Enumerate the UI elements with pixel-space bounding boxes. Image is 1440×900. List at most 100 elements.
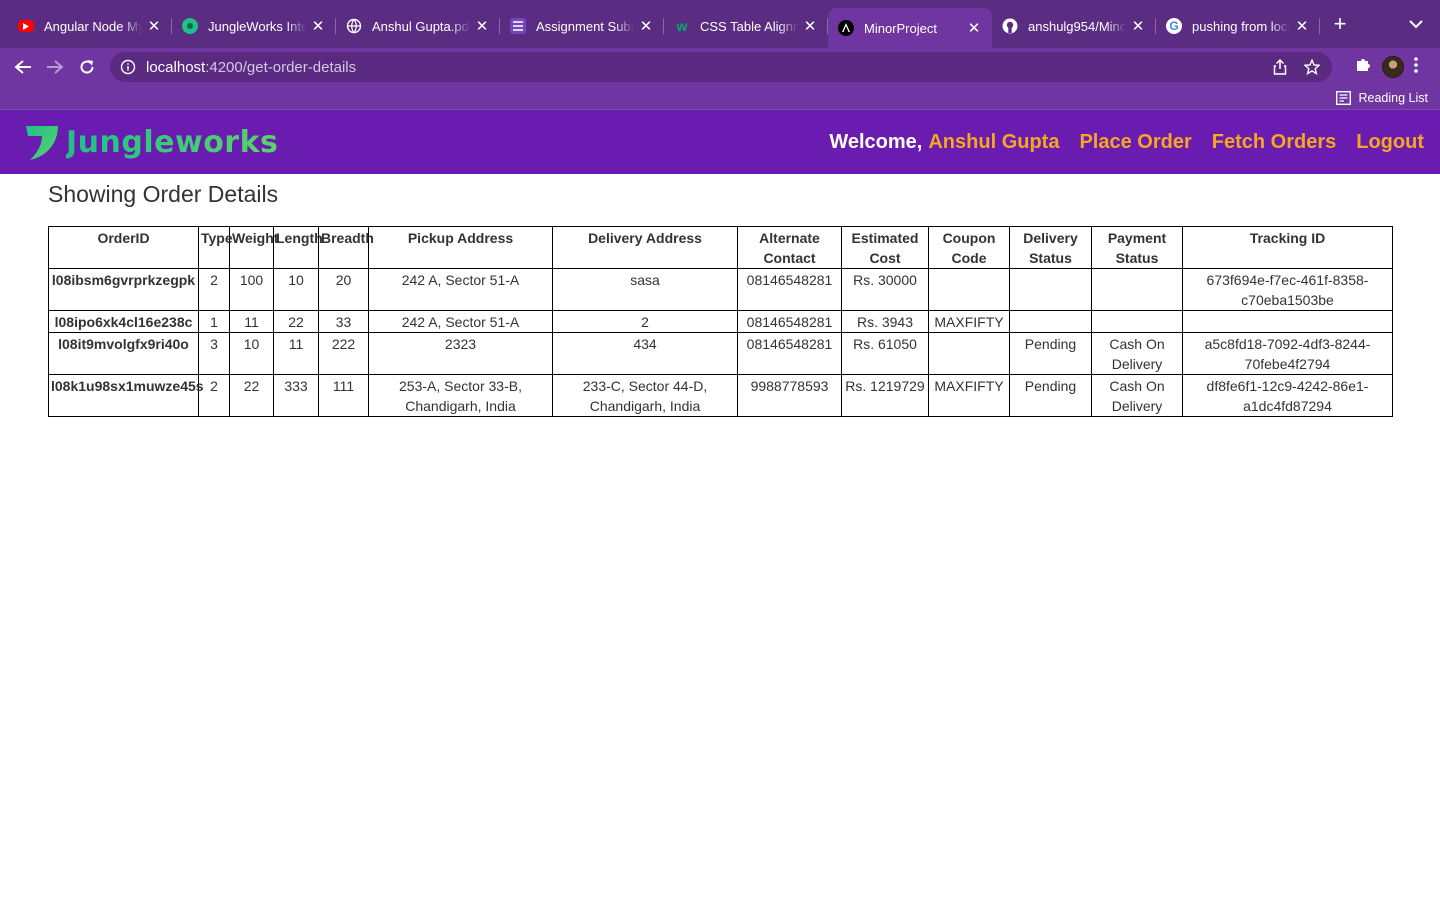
logout-link[interactable]: Logout bbox=[1356, 131, 1424, 154]
jungleworks-leaf-icon bbox=[26, 126, 58, 160]
logo-text: Jungleworks bbox=[66, 124, 279, 160]
tab-close-icon[interactable]: ✕ bbox=[1130, 18, 1146, 35]
table-cell: Rs. 30000 bbox=[841, 268, 929, 311]
column-header: Breadth bbox=[318, 226, 374, 269]
youtube-icon bbox=[18, 20, 34, 32]
table-cell: 2323 bbox=[368, 332, 553, 375]
new-tab-button[interactable]: + bbox=[1326, 10, 1354, 38]
fetch-orders-link[interactable]: Fetch Orders bbox=[1212, 131, 1336, 154]
table-row: l08it9mvolgfx9ri40o 3 10 11 222 2323 434 081465… bbox=[48, 332, 1393, 375]
table-cell: 111 bbox=[318, 374, 369, 417]
forward-arrow-icon[interactable] bbox=[40, 52, 70, 82]
table-cell bbox=[1009, 268, 1092, 311]
order-details-page: Showing Order Details OrderID Type Weight L… bbox=[0, 174, 1440, 417]
bookmark-star-icon[interactable] bbox=[1302, 57, 1322, 77]
table-cell: l08it9mvolgfx9ri40o bbox=[48, 332, 199, 375]
table-cell: Rs. 61050 bbox=[841, 332, 929, 375]
tab-title: Assignment Submission bbox=[536, 18, 634, 34]
site-info-icon[interactable] bbox=[120, 59, 136, 75]
welcome-label: Welcome, bbox=[829, 130, 923, 153]
table-cell: 242 A, Sector 51-A bbox=[368, 268, 553, 311]
tab-close-icon[interactable]: ✕ bbox=[802, 18, 818, 35]
table-cell: 2 bbox=[552, 310, 738, 333]
tab-search-chevron-icon[interactable] bbox=[1406, 14, 1426, 34]
table-cell: 10 bbox=[229, 332, 274, 375]
table-cell: 22 bbox=[229, 374, 274, 417]
address-bar[interactable]: localhost:4200/get-order-details bbox=[110, 52, 1332, 82]
tab-close-icon[interactable]: ✕ bbox=[474, 18, 490, 35]
table-cell: 100 bbox=[229, 268, 274, 311]
table-cell bbox=[1091, 310, 1183, 333]
tab-close-icon[interactable]: ✕ bbox=[1294, 18, 1310, 35]
table-row: l08k1u98sx1muwze45s 2 22 333 111 253-A, Secto… bbox=[48, 374, 1393, 417]
column-header: Estimated Cost bbox=[841, 226, 929, 269]
table-cell: Cash On Delivery bbox=[1091, 332, 1183, 375]
column-header: Pickup Address bbox=[368, 226, 553, 269]
table-cell: 253-A, Sector 33-B, Chandigarh, India bbox=[368, 374, 553, 417]
share-icon[interactable] bbox=[1270, 57, 1290, 77]
browser-chrome: Angular Node MySQL✕JungleWorks Internshi… bbox=[0, 0, 1440, 110]
browser-tab[interactable]: Assignment Submission✕ bbox=[500, 9, 664, 43]
reading-list-icon bbox=[1335, 90, 1351, 105]
table-cell: 1 bbox=[198, 310, 230, 333]
browser-tab[interactable]: MinorProject ✕ bbox=[828, 8, 992, 48]
profile-avatar[interactable] bbox=[1382, 56, 1404, 78]
jungleworks-icon bbox=[182, 18, 198, 34]
table-cell bbox=[1182, 310, 1393, 333]
browser-tab[interactable]: w CSS Table Alignment✕ bbox=[664, 9, 828, 43]
browser-tab[interactable]: Angular Node MySQL✕ bbox=[8, 9, 172, 43]
angular-icon bbox=[838, 20, 854, 36]
table-cell: 673f694e-f7ec-461f-8358-c70eba1503be bbox=[1182, 268, 1393, 311]
back-arrow-icon[interactable] bbox=[8, 52, 38, 82]
table-cell: 11 bbox=[229, 310, 274, 333]
tab-close-icon[interactable]: ✕ bbox=[638, 18, 654, 35]
table-cell: 22 bbox=[273, 310, 319, 333]
table-cell: 08146548281 bbox=[737, 268, 842, 311]
tab-title: Anshul Gupta.pdf bbox=[372, 18, 470, 34]
table-cell: Rs. 1219729 bbox=[841, 374, 929, 417]
jungleworks-logo[interactable]: Jungleworks bbox=[24, 122, 278, 162]
browser-tab[interactable]: anshulg954/MinorProject✕ bbox=[992, 9, 1156, 43]
table-cell: Cash On Delivery bbox=[1091, 374, 1183, 417]
browser-tab[interactable]: Gpushing from local ✕ bbox=[1156, 9, 1320, 43]
table-cell: MAXFIFTY bbox=[928, 310, 1010, 333]
tab-title: anshulg954/MinorProject bbox=[1028, 18, 1126, 34]
place-order-link[interactable]: Place Order bbox=[1079, 131, 1191, 154]
table-cell: Pending bbox=[1009, 332, 1092, 375]
table-cell: 242 A, Sector 51-A bbox=[368, 310, 553, 333]
tab-title: JungleWorks Internship bbox=[208, 18, 306, 34]
column-header: Tracking ID bbox=[1182, 226, 1393, 269]
tab-close-icon[interactable]: ✕ bbox=[310, 18, 326, 35]
tab-separator bbox=[1319, 18, 1320, 34]
browser-tab[interactable]: JungleWorks Internship✕ bbox=[172, 9, 336, 43]
orders-table: OrderID Type Weight Length Breadth Pickup Add… bbox=[48, 226, 1393, 417]
table-cell: Rs. 3943 bbox=[841, 310, 929, 333]
table-cell: 434 bbox=[552, 332, 738, 375]
tab-title: pushing from local bbox=[1192, 18, 1290, 34]
browser-menu-icon[interactable] bbox=[1414, 56, 1418, 78]
page-title: Showing Order Details bbox=[48, 181, 279, 207]
browser-tab[interactable]: Anshul Gupta.pdf ✕ bbox=[336, 9, 500, 43]
extensions-puzzle-icon[interactable] bbox=[1354, 56, 1372, 79]
table-cell: l08ipo6xk4cl16e238c bbox=[48, 310, 199, 333]
tab-close-icon[interactable]: ✕ bbox=[146, 18, 162, 35]
table-cell: 233-C, Sector 44-D, Chandigarh, India bbox=[552, 374, 738, 417]
tab-title: CSS Table Alignment bbox=[700, 18, 798, 34]
browser-toolbar: localhost:4200/get-order-details bbox=[0, 48, 1440, 86]
table-header-row: OrderID Type Weight Length Breadth Pickup Add… bbox=[48, 226, 1393, 269]
table-cell: 08146548281 bbox=[737, 310, 842, 333]
username: Anshul Gupta bbox=[928, 130, 1060, 153]
table-row: l08ipo6xk4cl16e238c 1 11 22 33 242 A, Sector … bbox=[48, 310, 1393, 333]
table-cell: MAXFIFTY bbox=[928, 374, 1010, 417]
table-cell: 20 bbox=[318, 268, 369, 311]
table-row: l08ibsm6gvrprkzegpk 2 100 10 20 242 A, Sector… bbox=[48, 268, 1393, 311]
column-header: Coupon Code bbox=[928, 226, 1010, 269]
column-header: Type bbox=[198, 226, 233, 269]
tab-strip: Angular Node MySQL✕JungleWorks Internshi… bbox=[0, 0, 1440, 48]
reading-list-button[interactable]: Reading List bbox=[1335, 90, 1428, 105]
table-cell: 2 bbox=[198, 268, 230, 311]
tab-close-icon[interactable]: ✕ bbox=[966, 20, 982, 37]
table-cell: 222 bbox=[318, 332, 369, 375]
table-cell: 3 bbox=[198, 332, 230, 375]
reload-icon[interactable] bbox=[72, 52, 102, 82]
